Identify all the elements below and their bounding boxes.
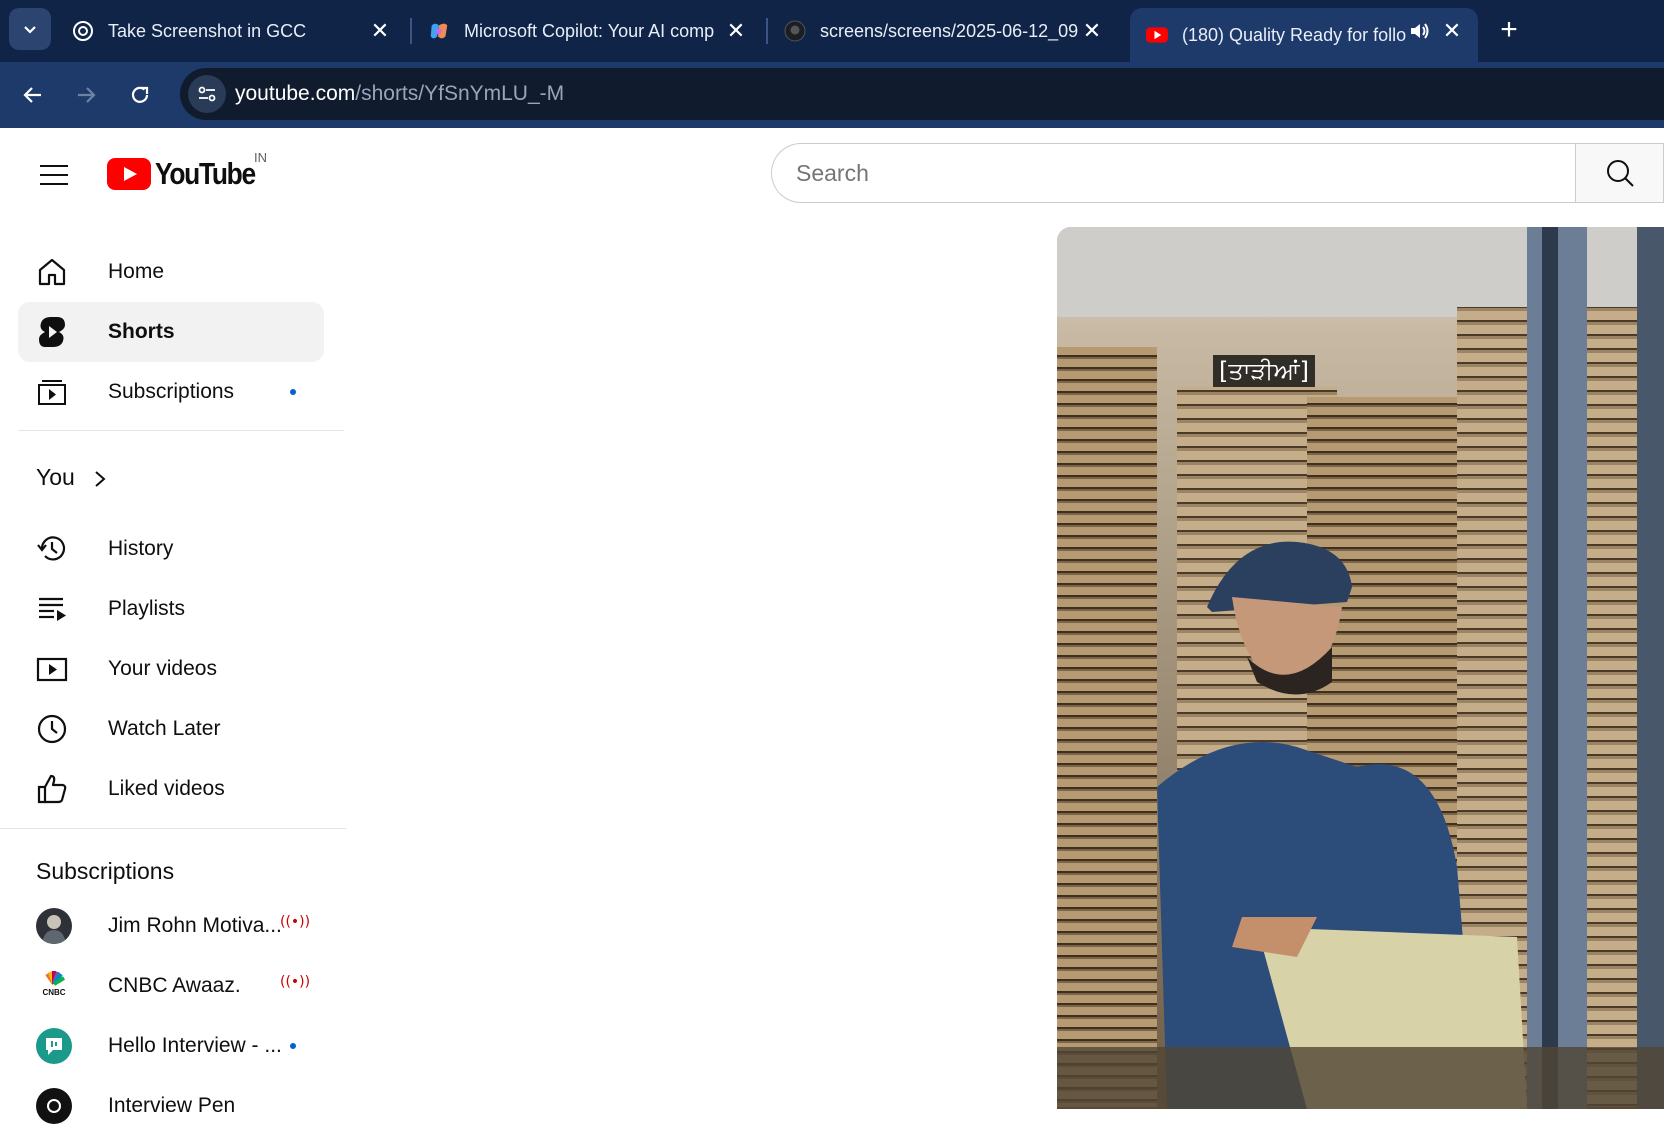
youtube-logo[interactable]: YouTube — [107, 154, 273, 194]
tab-title: (180) Quality Ready for follo — [1182, 24, 1407, 45]
close-tab-icon[interactable]: ✕ — [724, 18, 748, 43]
you-section-header[interactable]: You — [18, 448, 324, 508]
search-box — [771, 143, 1579, 203]
subscriptions-title: Subscriptions — [36, 858, 175, 884]
browser-tab-strip: Take Screenshot in GCC ✕ Microsoft Copil… — [0, 0, 1664, 62]
sidebar-item-subscriptions[interactable]: Subscriptions — [18, 362, 324, 422]
sidebar-item-home[interactable]: Home — [18, 242, 324, 302]
sidebar-item-label: Watch Later — [108, 717, 221, 740]
channel-name: CNBC Awaaz. — [108, 974, 241, 997]
channel-name: Hello Interview - ... — [108, 1034, 282, 1057]
github-icon — [784, 20, 806, 42]
tab-youtube-active[interactable]: (180) Quality Ready for follo ✕ — [1130, 8, 1478, 62]
tab-search-button[interactable] — [9, 8, 51, 50]
video-caption: [ਤਾੜੀਆਂ] — [1213, 355, 1316, 387]
guide-sidebar: Home Shorts Subscriptions You History Pl… — [0, 216, 350, 1124]
subscription-channel[interactable]: Hello Interview - ... — [18, 1016, 324, 1076]
subscription-channel[interactable]: CNBC CNBC Awaaz. ((•)) — [18, 956, 324, 1016]
sidebar-item-label: Liked videos — [108, 777, 225, 800]
youtube-icon — [1146, 24, 1168, 46]
thumbs-up-icon — [36, 773, 68, 805]
sidebar-item-watch-later[interactable]: Watch Later — [18, 699, 324, 759]
tab-github[interactable]: screens/screens/2025-06-12_09 ✕ — [768, 8, 1118, 54]
youtube-page: YouTube IN Home Shorts Subscriptions — [0, 130, 1664, 1124]
browser-toolbar: youtube.com/shorts/YfSnYmLU_-M — [0, 62, 1664, 128]
sidebar-item-label: Shorts — [108, 320, 175, 343]
arrow-right-icon — [78, 87, 96, 103]
close-tab-icon[interactable]: ✕ — [1440, 18, 1464, 43]
live-icon: ((•)) — [280, 914, 311, 930]
playlists-icon — [36, 593, 68, 625]
youtube-masthead: YouTube IN — [0, 130, 1664, 216]
forward-button[interactable] — [67, 76, 105, 114]
sidebar-item-liked-videos[interactable]: Liked videos — [18, 759, 324, 819]
chevron-right-icon — [92, 469, 108, 494]
sidebar-item-label: Your videos — [108, 657, 217, 680]
home-icon — [36, 256, 68, 288]
sidebar-item-your-videos[interactable]: Your videos — [18, 639, 324, 699]
region-code: IN — [254, 150, 267, 165]
tab-copilot[interactable]: Microsoft Copilot: Your AI comp ✕ — [412, 8, 762, 54]
back-button[interactable] — [14, 76, 52, 114]
clock-icon — [36, 713, 68, 745]
chevron-down-icon — [24, 26, 36, 34]
copilot-icon — [428, 20, 450, 42]
sidebar-item-playlists[interactable]: Playlists — [18, 579, 324, 639]
logo-wordmark: YouTube — [155, 156, 256, 191]
close-tab-icon[interactable]: ✕ — [368, 18, 392, 43]
search-button[interactable] — [1575, 143, 1664, 203]
close-tab-icon[interactable]: ✕ — [1080, 18, 1104, 43]
avatar — [36, 1088, 72, 1124]
sidebar-item-history[interactable]: History — [18, 519, 324, 579]
new-content-dot — [290, 389, 296, 395]
new-content-dot — [290, 1043, 296, 1049]
new-tab-icon[interactable]: + — [1493, 13, 1525, 46]
guide-menu-button[interactable] — [34, 155, 74, 195]
reload-button[interactable] — [121, 76, 159, 114]
tab-openai[interactable]: Take Screenshot in GCC ✕ — [56, 8, 406, 54]
shorts-icon — [36, 316, 68, 348]
speaker-icon[interactable] — [1408, 20, 1430, 47]
shorts-video-player[interactable]: [ਤਾੜੀਆਂ] — [1057, 227, 1664, 1109]
sidebar-item-label: History — [108, 537, 174, 560]
sidebar-item-shorts[interactable]: Shorts — [18, 302, 324, 362]
site-info-icon[interactable] — [188, 75, 226, 113]
arrow-left-icon — [23, 87, 41, 103]
sidebar-divider — [18, 430, 344, 431]
svg-text:CNBC: CNBC — [42, 988, 65, 997]
openai-icon — [72, 20, 94, 42]
history-icon — [36, 533, 68, 565]
avatar — [36, 1028, 72, 1064]
tab-title: screens/screens/2025-06-12_09 — [820, 20, 1079, 41]
channel-name: Jim Rohn Motiva... — [108, 914, 282, 937]
subscriptions-icon — [36, 376, 68, 408]
your-videos-icon — [36, 653, 68, 685]
sidebar-item-label: Subscriptions — [108, 380, 235, 403]
youtube-play-icon — [107, 158, 151, 190]
subscription-channel[interactable]: Jim Rohn Motiva... ((•)) — [18, 896, 324, 956]
live-icon: ((•)) — [280, 974, 311, 990]
sidebar-item-label: Home — [108, 260, 165, 283]
search-icon — [1606, 160, 1634, 187]
url-text: youtube.com/shorts/YfSnYmLU_-M — [235, 82, 565, 105]
channel-name: Interview Pen — [108, 1094, 236, 1117]
avatar: CNBC — [36, 968, 72, 1004]
hamburger-icon — [40, 165, 68, 185]
sidebar-item-label: Playlists — [108, 597, 186, 620]
subscription-channel[interactable]: Interview Pen — [18, 1076, 324, 1136]
avatar — [36, 908, 72, 944]
reload-icon — [131, 86, 149, 103]
search-input[interactable] — [796, 156, 1536, 190]
video-frame — [1057, 227, 1664, 1109]
tab-title: Take Screenshot in GCC — [108, 20, 307, 41]
tab-title: Microsoft Copilot: Your AI comp — [464, 20, 715, 41]
sidebar-divider — [0, 828, 346, 829]
address-bar[interactable]: youtube.com/shorts/YfSnYmLU_-M — [180, 68, 1664, 120]
you-title: You — [36, 464, 75, 490]
